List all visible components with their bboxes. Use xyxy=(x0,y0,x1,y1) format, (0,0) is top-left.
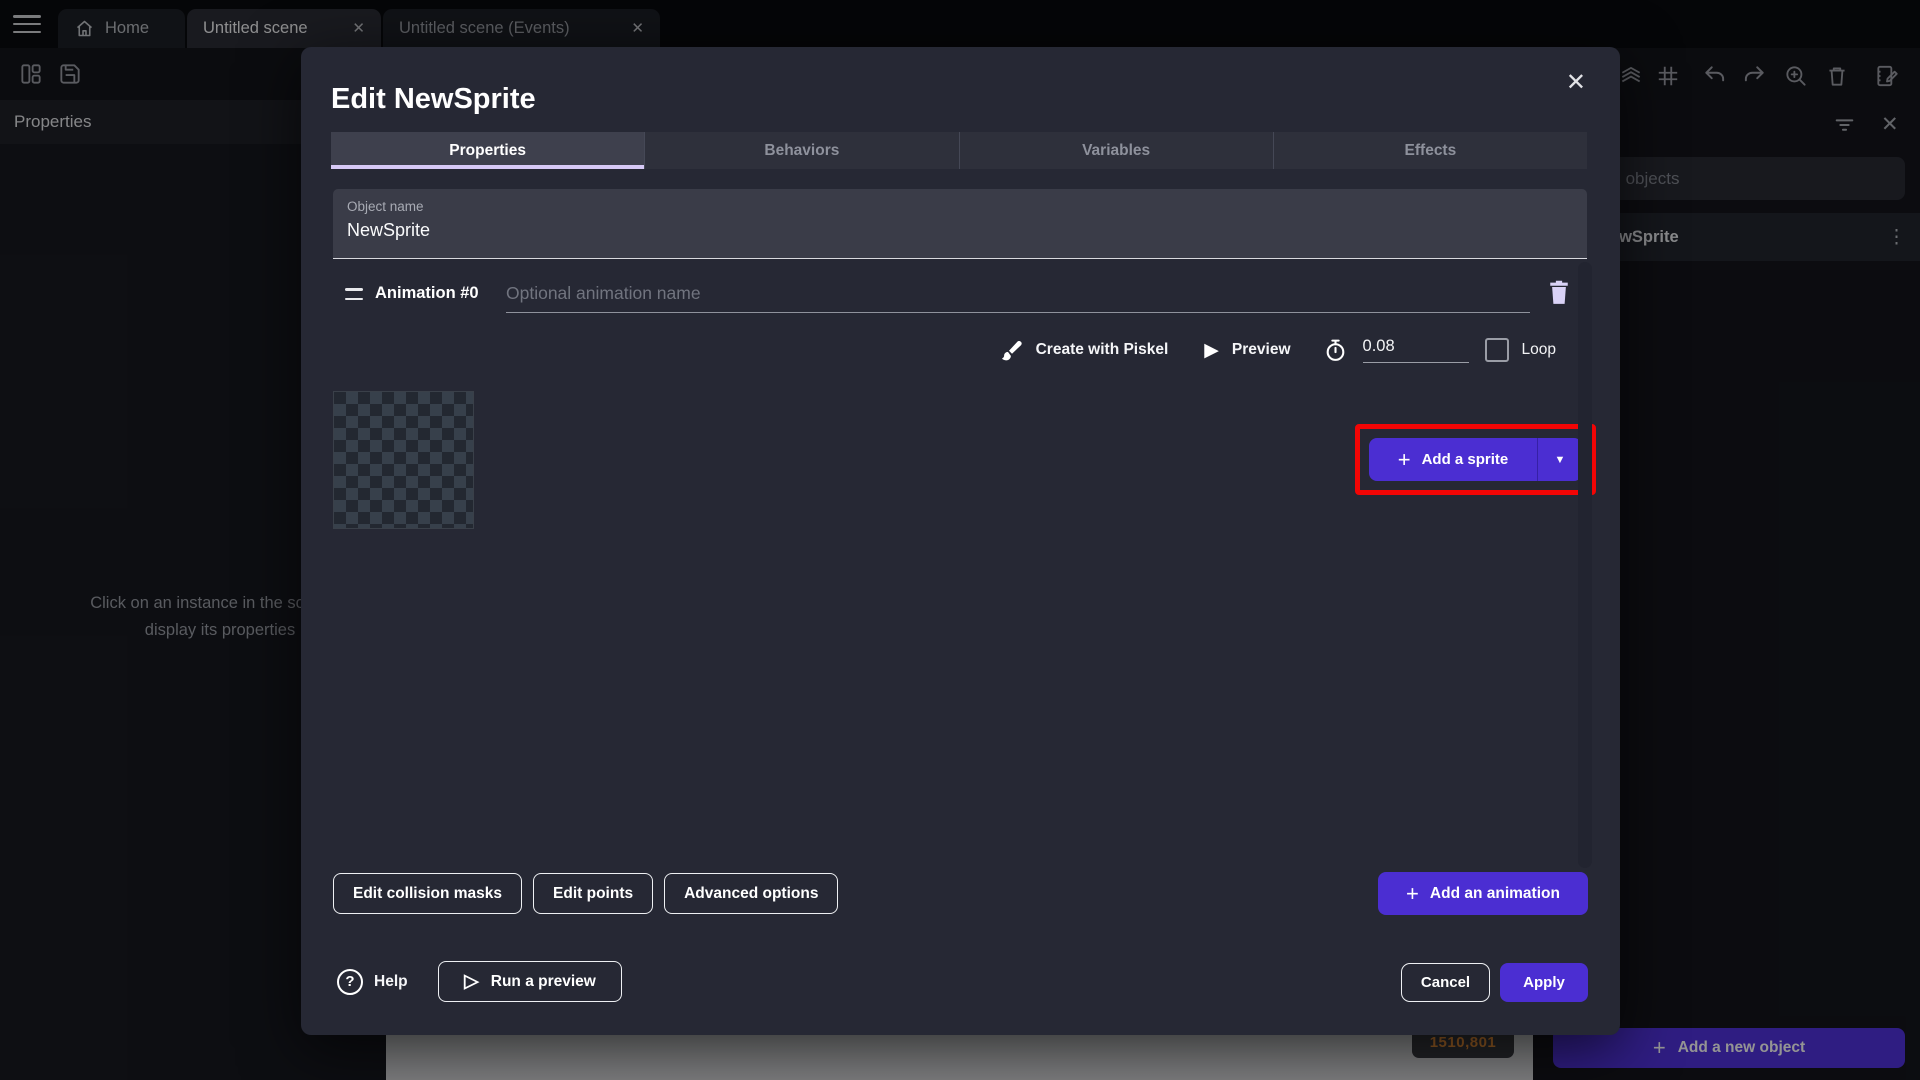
animation-name-input[interactable] xyxy=(506,275,1530,313)
edit-collision-masks-button[interactable]: Edit collision masks xyxy=(333,873,522,914)
add-sprite-button[interactable]: + Add a sprite xyxy=(1369,438,1538,481)
animation-options-row: Edit collision masks Edit points Advance… xyxy=(333,873,838,914)
help-icon: ? xyxy=(337,969,363,995)
add-sprite-split-button: + Add a sprite ▼ xyxy=(1369,438,1582,481)
loop-label: Loop xyxy=(1522,341,1556,359)
delete-animation-trash-icon[interactable] xyxy=(1544,276,1574,308)
highlight-box: + Add a sprite ▼ xyxy=(1355,424,1596,495)
loop-checkbox[interactable] xyxy=(1485,338,1509,362)
dialog-title: Edit NewSprite xyxy=(331,83,536,116)
create-with-piskel-button[interactable]: Create with Piskel xyxy=(1036,341,1169,359)
drag-handle-icon[interactable] xyxy=(345,288,363,300)
run-a-preview-button[interactable]: ▷ Run a preview xyxy=(438,961,622,1002)
advanced-options-button[interactable]: Advanced options xyxy=(664,873,838,914)
brush-icon[interactable] xyxy=(999,338,1024,363)
object-name-field: Object name xyxy=(333,189,1587,259)
dialog-tab-bar: Properties Behaviors Variables Effects xyxy=(331,132,1587,169)
stopwatch-icon xyxy=(1323,338,1348,363)
time-between-frames-input[interactable] xyxy=(1363,337,1469,363)
dialog-tab-effects[interactable]: Effects xyxy=(1273,132,1587,169)
cancel-button[interactable]: Cancel xyxy=(1401,963,1490,1002)
plus-icon: + xyxy=(1406,883,1419,905)
add-sprite-dropdown-button[interactable]: ▼ xyxy=(1538,438,1582,481)
edit-points-button[interactable]: Edit points xyxy=(533,873,653,914)
animation-tools-row: Create with Piskel ▶ Preview Loop xyxy=(999,330,1556,370)
animation-row: Animation #0 xyxy=(333,273,1587,319)
play-icon[interactable]: ▶ xyxy=(1204,339,1219,362)
edit-sprite-dialog: Edit NewSprite ✕ Properties Behaviors Va… xyxy=(301,47,1620,1035)
add-animation-button[interactable]: + Add an animation xyxy=(1378,872,1588,915)
empty-sprite-thumbnail[interactable] xyxy=(333,391,474,529)
caret-down-icon: ▼ xyxy=(1555,454,1566,466)
dialog-tab-behaviors[interactable]: Behaviors xyxy=(644,132,958,169)
dialog-tab-variables[interactable]: Variables xyxy=(959,132,1273,169)
help-button[interactable]: ? Help xyxy=(337,961,408,1002)
play-outline-icon: ▷ xyxy=(464,970,479,993)
object-name-field-label: Object name xyxy=(347,199,424,214)
dialog-scrollbar[interactable] xyxy=(1578,262,1592,868)
plus-icon: + xyxy=(1398,449,1411,471)
apply-button[interactable]: Apply xyxy=(1500,963,1588,1002)
dialog-close-icon[interactable]: ✕ xyxy=(1566,71,1586,95)
animation-title: Animation #0 xyxy=(375,284,479,303)
dialog-tab-properties[interactable]: Properties xyxy=(331,132,644,169)
object-name-input[interactable] xyxy=(347,220,1547,241)
preview-button[interactable]: Preview xyxy=(1232,341,1291,359)
gdevelop-app: Home Untitled scene ✕ Untitled scene (Ev… xyxy=(0,0,1920,1080)
